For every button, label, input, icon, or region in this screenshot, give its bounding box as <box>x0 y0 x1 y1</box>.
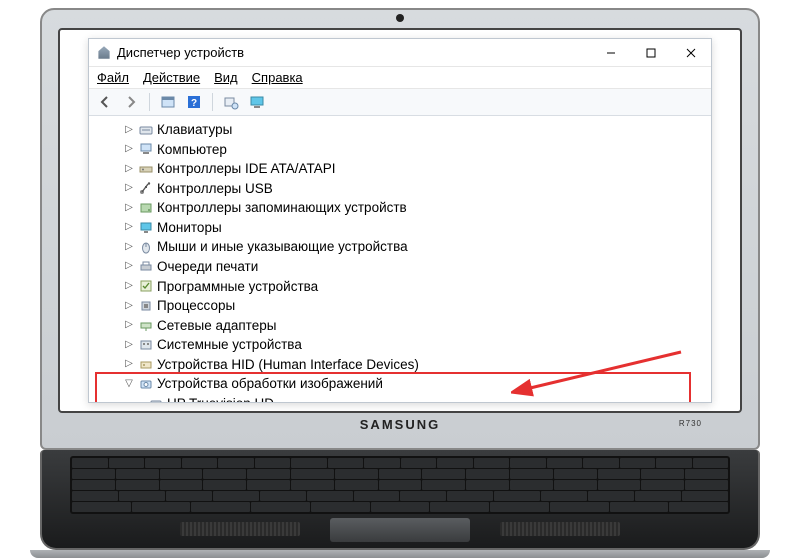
tree-node-label: Системные устройства <box>157 335 302 355</box>
laptop-brand: SAMSUNG <box>360 417 440 432</box>
window-controls <box>591 39 711 67</box>
system-icon <box>139 338 153 352</box>
laptop-screen: Диспетчер устройств <box>58 28 742 413</box>
tree-node[interactable]: ▷ Клавиатуры <box>93 120 709 140</box>
menubar: Файл Действие Вид Справка <box>89 67 711 89</box>
tree-node[interactable]: ▷ Мыши и иные указывающие устройства <box>93 237 709 257</box>
tree-node[interactable]: ▷ Системные устройства <box>93 335 709 355</box>
menu-help[interactable]: Справка <box>252 70 303 85</box>
tree-node[interactable]: ▷ Контроллеры запоминающих устройств <box>93 198 709 218</box>
tree-node-label: Процессоры <box>157 296 235 316</box>
tree-node-label: Контроллеры USB <box>157 179 273 199</box>
tree-node[interactable]: ▷ Компьютер <box>93 140 709 160</box>
chevron-right-icon: ▷ <box>123 240 135 255</box>
laptop-model: R730 <box>679 419 702 428</box>
webcam-assembly <box>396 14 404 22</box>
tree-node[interactable]: ▷ Сетевые адаптеры <box>93 316 709 336</box>
tree-node[interactable]: ▷ Программные устройства <box>93 277 709 297</box>
tree-node-label: Мониторы <box>157 218 222 238</box>
tree-node-label: Сетевые адаптеры <box>157 316 276 336</box>
touchpad <box>330 518 470 542</box>
device-tree[interactable]: ▷ Клавиатуры ▷ Компьютер ▷ Контроллеры I… <box>89 116 711 402</box>
properties-button[interactable] <box>158 92 178 112</box>
chevron-right-icon: ▷ <box>123 123 135 138</box>
toolbar-separator <box>212 93 213 111</box>
network-icon <box>139 318 153 332</box>
computer-icon <box>139 142 153 156</box>
chevron-right-icon: ▷ <box>123 220 135 235</box>
chevron-right-icon: ▷ <box>123 357 135 372</box>
menu-view[interactable]: Вид <box>214 70 238 85</box>
tree-node-label: Программные устройства <box>157 277 318 297</box>
brand-bar: SAMSUNG R730 <box>58 413 742 434</box>
laptop-keyboard <box>70 456 730 514</box>
laptop-frame: Диспетчер устройств <box>40 8 760 558</box>
speaker-left <box>180 522 300 536</box>
monitor-icon <box>139 221 153 235</box>
webcam-icon <box>396 14 404 22</box>
mouse-icon <box>139 240 153 254</box>
chevron-down-icon: ▽ <box>123 377 135 392</box>
laptop-lid: Диспетчер устройств <box>40 8 760 450</box>
back-button[interactable] <box>95 92 115 112</box>
tree-leaf-label: HP Truevision HD <box>167 394 274 402</box>
tree-node[interactable]: ▷ Очереди печати <box>93 257 709 277</box>
chevron-right-icon: ▷ <box>123 338 135 353</box>
cpu-icon <box>139 299 153 313</box>
tree-node-label: Устройства обработки изображений <box>157 374 383 394</box>
laptop-base <box>40 450 760 550</box>
tree-node[interactable]: ▷ Мониторы <box>93 218 709 238</box>
tree-node-label: Компьютер <box>157 140 227 160</box>
ide-icon <box>139 162 153 176</box>
svg-text:?: ? <box>191 98 197 109</box>
menu-action[interactable]: Действие <box>143 70 200 85</box>
tree-node[interactable]: ▷ Устройства HID (Human Interface Device… <box>93 355 709 375</box>
show-devices-button[interactable] <box>247 92 267 112</box>
device-manager-window: Диспетчер устройств <box>88 38 712 403</box>
window-title: Диспетчер устройств <box>117 45 591 60</box>
keyboard-icon <box>139 123 153 137</box>
tree-node[interactable]: ▷ Процессоры <box>93 296 709 316</box>
tree-node-label: Устройства HID (Human Interface Devices) <box>157 355 419 375</box>
chevron-right-icon: ▷ <box>123 259 135 274</box>
tree-node-label: Контроллеры IDE ATA/ATAPI <box>157 159 335 179</box>
storage-icon <box>139 201 153 215</box>
chevron-right-icon: ▷ <box>123 299 135 314</box>
tree-leaf[interactable]: HP Truevision HD <box>93 394 709 402</box>
usb-icon <box>139 181 153 195</box>
help-button[interactable]: ? <box>184 92 204 112</box>
toolbar: ? <box>89 89 711 116</box>
maximize-button[interactable] <box>631 39 671 67</box>
imaging-icon <box>139 377 153 391</box>
menu-file[interactable]: Файл <box>97 70 129 85</box>
chevron-right-icon: ▷ <box>123 162 135 177</box>
chevron-right-icon: ▷ <box>123 318 135 333</box>
scan-hardware-button[interactable] <box>221 92 241 112</box>
tree-node-label: Очереди печати <box>157 257 258 277</box>
laptop-foot <box>30 550 770 558</box>
minimize-button[interactable] <box>591 39 631 67</box>
hid-icon <box>139 358 153 372</box>
chevron-right-icon: ▷ <box>123 279 135 294</box>
tree-node-label: Клавиатуры <box>157 120 232 140</box>
titlebar[interactable]: Диспетчер устройств <box>89 39 711 67</box>
toolbar-separator <box>149 93 150 111</box>
chevron-right-icon: ▷ <box>123 201 135 216</box>
camera-icon <box>149 397 163 402</box>
tree-node-label: Мыши и иные указывающие устройства <box>157 237 408 257</box>
tree-node[interactable]: ▷ Контроллеры USB <box>93 179 709 199</box>
tree-node[interactable]: ▷ Контроллеры IDE ATA/ATAPI <box>93 159 709 179</box>
speaker-right <box>500 522 620 536</box>
tree-node-expanded[interactable]: ▽ Устройства обработки изображений <box>93 374 709 394</box>
chevron-right-icon: ▷ <box>123 142 135 157</box>
close-button[interactable] <box>671 39 711 67</box>
forward-button[interactable] <box>121 92 141 112</box>
printer-icon <box>139 260 153 274</box>
software-icon <box>139 279 153 293</box>
tree-node-label: Контроллеры запоминающих устройств <box>157 198 407 218</box>
app-icon <box>97 46 111 60</box>
chevron-right-icon: ▷ <box>123 181 135 196</box>
